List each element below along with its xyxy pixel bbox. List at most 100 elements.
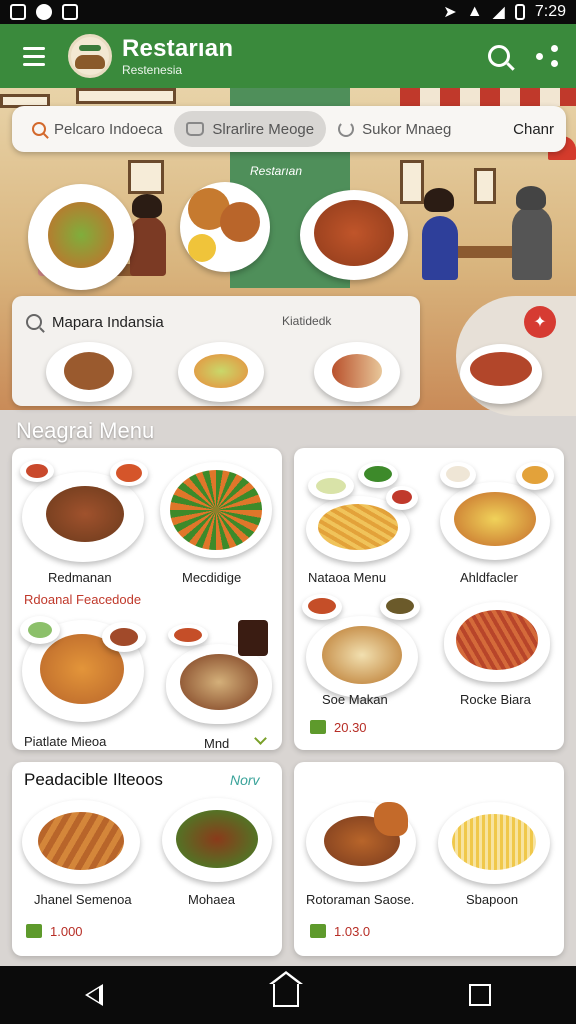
notification-icon [10,4,26,20]
filter-right-label: Kiatidedk [282,314,332,328]
dish-image[interactable] [314,342,400,402]
menu-card[interactable]: Nataoa Menu Ahldfacler Soe Makan Rocke B… [294,448,564,750]
search-bar: Pelcaro Indoeca Slrarlire Meoge Sukor Mn… [12,106,566,152]
wall-picture [400,160,424,204]
search-icon [32,122,46,136]
app-subtitle: Restenesia [122,63,183,77]
menu-item-name: Sbapoon [466,892,519,907]
app-logo [68,34,112,78]
person-head [516,186,546,210]
menu-item-name: Nataoa Menu [308,570,387,585]
bag-icon [186,122,205,136]
section-title: Neagrai Menu [16,418,155,443]
menu-item-name: Piatlate Mieoa [24,734,107,749]
share-icon[interactable] [536,45,558,67]
person-head [132,194,162,218]
refresh-icon [338,121,355,137]
menu-item-name: Mohaea [188,892,235,907]
wall-picture [474,168,496,204]
side-dish-image [358,462,398,488]
menu-item-name: Jhanel Semenoa [34,892,132,907]
menu-item-name: Mnd [204,736,230,750]
side-dish-image [20,616,60,644]
dish-image [300,190,408,280]
check-icon [310,720,326,734]
menu-card-price: 1.000 [50,924,83,939]
app-bar: Restarıan Restenesia [0,24,576,88]
location-pin-icon[interactable]: ✦ [524,306,556,338]
location-icon: ➤ [443,4,457,21]
wall-picture [76,88,176,104]
drink-image [238,620,268,656]
dish-image [180,182,270,272]
dish-image[interactable] [22,800,140,884]
person [422,216,458,280]
home-icon[interactable] [269,971,303,1007]
search-chip[interactable]: Pelcaro Indoeca [20,111,174,147]
side-dish-image [110,460,148,486]
menu-item-name: Rocke Biara [460,692,531,707]
search-icon [26,314,42,330]
dish-image[interactable] [438,802,550,884]
side-dish-image [302,594,342,620]
category-chip[interactable]: Slrarlire Meoge [174,111,327,147]
chevron-down-icon[interactable] [254,732,267,745]
menu-card-subtitle: Rdoanal Feacedode [24,592,142,607]
check-icon [26,924,42,938]
signal-icon: ◢ [492,4,505,21]
drumstick-image [374,802,408,836]
menu-card-price: 20.30 [334,720,367,735]
menu-card[interactable]: Redmanan Mecdidige Rdoanal Feacedode Pia… [12,448,282,750]
image-icon [62,4,78,20]
hero-tag: Restarıan [250,164,303,178]
wifi-icon: ▲ [466,3,483,20]
side-dish-image [516,462,554,490]
dish-image[interactable] [160,462,272,558]
filter-card[interactable]: Mapara Indansia Kiatidedk [12,296,420,406]
menu-icon[interactable] [0,24,68,88]
menu-card[interactable]: Peadacible Ilteoos Norv Jhanel Semenoa M… [12,762,282,956]
side-dish-image [20,460,54,482]
dish-image[interactable] [166,644,272,724]
dish-image[interactable] [440,482,550,560]
dish-image [28,184,134,290]
system-nav-bar [0,966,576,1024]
search-icon[interactable] [488,45,510,67]
dish-image[interactable] [444,602,550,682]
person [512,206,552,280]
hero-awning [400,88,576,106]
person [130,216,166,276]
dish-image[interactable] [46,342,132,402]
side-dish-image [102,622,146,652]
battery-icon [514,4,525,20]
menu-item-name: Mecdidige [182,570,242,585]
person-head [424,188,454,212]
status-bar: ➤ ▲ ◢ 7:29 [0,0,576,24]
status-time: 7:29 [534,3,566,20]
side-dish-image [386,486,418,510]
menu-item-name: Rotoraman Saose. [306,892,415,907]
dish-image[interactable] [306,616,418,698]
change-button[interactable]: Chanr [513,121,558,138]
menu-item-name: Ahldfacler [460,570,518,585]
featured-bowl[interactable] [456,296,576,416]
category-chip[interactable]: Sukor Mnaeg [326,111,463,147]
side-dish-image [380,594,420,620]
check-icon [310,924,326,938]
record-icon [36,4,52,20]
menu-item-name: Redmanan [48,570,112,585]
menu-card-badge: Norv [230,772,260,788]
filter-label: Mapara Indansia [52,314,164,331]
app-title: Restarıan [122,35,234,62]
back-icon[interactable] [85,984,103,1006]
dish-image[interactable] [162,798,272,882]
menu-card[interactable]: Rotoraman Saose. Sbapoon 1.03.0 [294,762,564,956]
menu-card-title: Peadacible Ilteoos [24,770,163,789]
wall-picture [128,160,164,194]
side-dish-image [308,472,354,500]
side-dish-image [440,462,476,488]
menu-item-name: Soe Makan [322,692,388,707]
dish-image[interactable] [178,342,264,402]
side-dish-image [168,624,208,646]
recents-icon[interactable] [469,984,491,1006]
